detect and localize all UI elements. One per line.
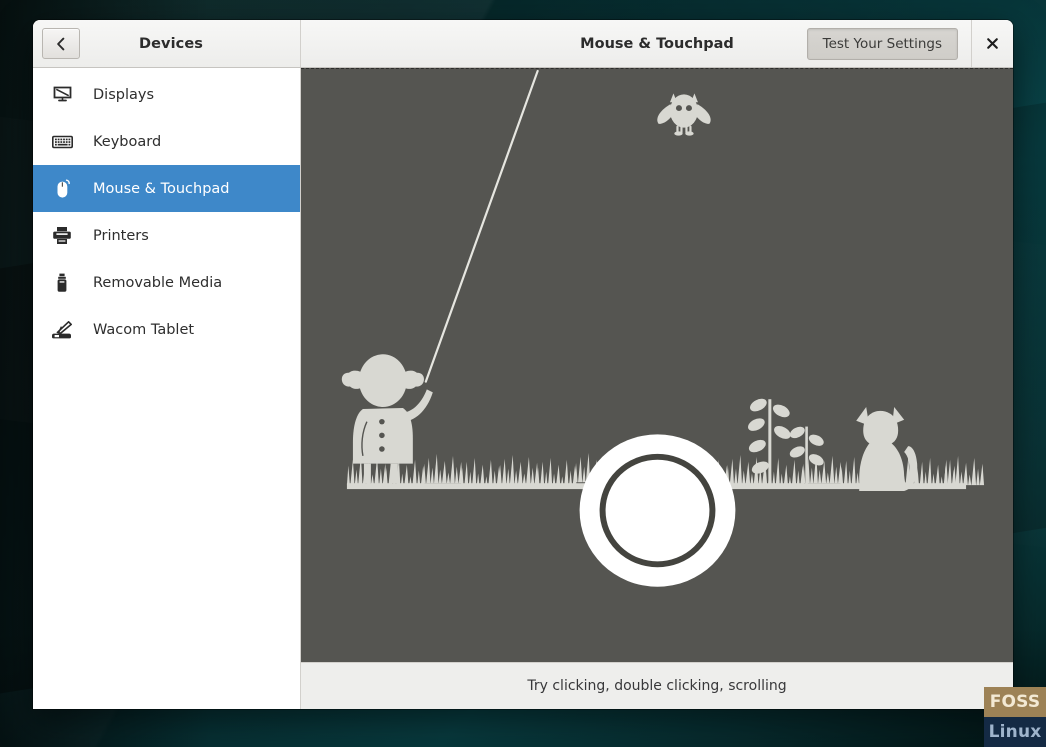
sidebar-item-label: Printers <box>93 227 149 244</box>
owl-bird <box>657 93 711 136</box>
test-scene-illustration <box>341 69 985 587</box>
sidebar-item-label: Mouse & Touchpad <box>93 180 230 197</box>
sidebar-item-mouse-touchpad[interactable]: Mouse & Touchpad <box>33 165 300 212</box>
printer-icon <box>51 225 73 247</box>
sidebar-item-printers[interactable]: Printers <box>33 212 300 259</box>
settings-window: Devices Mouse & Touchpad Test Your Setti… <box>33 20 1013 709</box>
window-body: Displays Keyboard Mouse & Touchpad Print… <box>33 68 1013 709</box>
sidebar: Displays Keyboard Mouse & Touchpad Print… <box>33 68 301 709</box>
content-area: Try clicking, double clicking, scrolling <box>301 68 1013 709</box>
sidebar-item-keyboard[interactable]: Keyboard <box>33 118 300 165</box>
girl-with-pigtails <box>341 354 433 484</box>
status-text: Try clicking, double clicking, scrolling <box>527 678 787 694</box>
display-icon <box>51 84 73 106</box>
sidebar-item-removable-media[interactable]: Removable Media <box>33 259 300 306</box>
watermark-line-2: Linux <box>984 717 1046 747</box>
sidebar-item-label: Keyboard <box>93 133 162 150</box>
sidebar-item-label: Removable Media <box>93 274 223 291</box>
usb-drive-icon <box>51 272 73 294</box>
headerbar: Devices Mouse & Touchpad Test Your Setti… <box>33 20 1013 68</box>
mouse-test-area[interactable] <box>301 68 1013 662</box>
foss-linux-watermark: FOSS Linux <box>984 687 1046 747</box>
wacom-tablet-icon <box>51 319 73 341</box>
sidebar-item-wacom-tablet[interactable]: Wacom Tablet <box>33 306 300 353</box>
back-button[interactable] <box>42 28 80 59</box>
panel-title: Devices <box>138 35 204 52</box>
test-status-bar: Try clicking, double clicking, scrolling <box>301 662 1013 709</box>
watermark-line-1: FOSS <box>984 687 1046 717</box>
headerbar-actions: Test Your Settings <box>806 20 1013 67</box>
headerbar-right: Mouse & Touchpad Test Your Settings <box>301 20 1013 67</box>
chevron-left-icon <box>55 37 67 51</box>
desktop-background: Devices Mouse & Touchpad Test Your Setti… <box>0 0 1046 747</box>
mouse-icon <box>51 178 73 200</box>
sidebar-item-label: Displays <box>93 86 155 103</box>
close-window-button[interactable] <box>972 20 1013 67</box>
headerbar-left: Devices <box>33 20 301 67</box>
sidebar-item-displays[interactable]: Displays <box>33 71 300 118</box>
sidebar-item-label: Wacom Tablet <box>93 321 195 338</box>
keyboard-icon <box>51 131 73 153</box>
close-icon <box>986 37 999 50</box>
test-your-settings-button[interactable]: Test Your Settings <box>806 27 958 60</box>
kite-string <box>424 69 539 383</box>
click-indicator-circle <box>579 434 736 587</box>
